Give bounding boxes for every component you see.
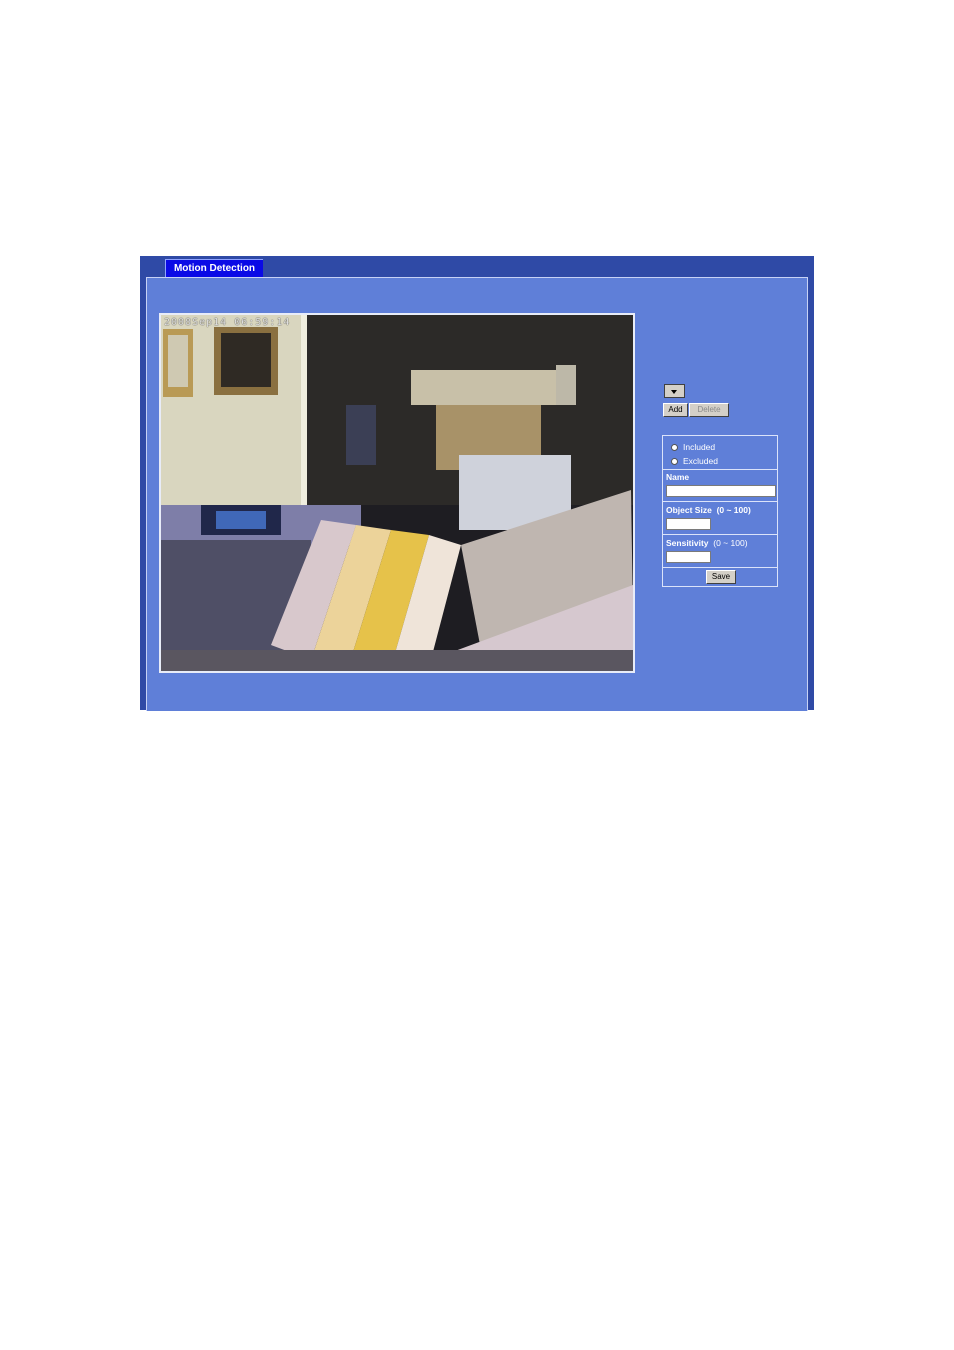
mode-section: Included Excluded bbox=[663, 436, 777, 470]
object-size-label: Object Size (0 ~ 100) bbox=[666, 505, 751, 515]
camera-image bbox=[161, 315, 633, 671]
settings-panel: 2008Sep14 06:59:14 Add Delete Included E… bbox=[146, 277, 808, 711]
delete-button[interactable]: Delete bbox=[689, 403, 729, 417]
window-settings-box: Included Excluded Name Object Size (0 ~ … bbox=[662, 435, 778, 587]
excluded-option[interactable]: Excluded bbox=[671, 456, 718, 466]
name-section: Name bbox=[663, 470, 777, 502]
motion-detection-window: Motion Detection 2008Sep14 06:59:14 Add … bbox=[140, 256, 814, 711]
tab-motion-detection[interactable]: Motion Detection bbox=[165, 259, 263, 277]
window-select[interactable] bbox=[664, 384, 685, 398]
name-label: Name bbox=[666, 472, 690, 482]
object-size-range: (0 ~ 100) bbox=[716, 505, 751, 515]
excluded-radio[interactable] bbox=[671, 458, 678, 465]
camera-video-feed[interactable]: 2008Sep14 06:59:14 bbox=[159, 313, 635, 673]
sensitivity-section: Sensitivity (0 ~ 100) bbox=[663, 535, 777, 568]
name-field[interactable] bbox=[666, 485, 776, 497]
object-size-section: Object Size (0 ~ 100) bbox=[663, 502, 777, 535]
sensitivity-field[interactable] bbox=[666, 551, 711, 563]
included-option[interactable]: Included bbox=[671, 442, 715, 452]
chevron-down-icon bbox=[671, 390, 677, 394]
video-timestamp: 2008Sep14 06:59:14 bbox=[164, 317, 291, 328]
included-label: Included bbox=[683, 442, 716, 452]
sensitivity-range: (0 ~ 100) bbox=[713, 538, 748, 548]
included-radio[interactable] bbox=[671, 444, 678, 451]
excluded-label: Excluded bbox=[683, 456, 718, 466]
add-button[interactable]: Add bbox=[663, 403, 688, 417]
object-size-field[interactable] bbox=[666, 518, 711, 530]
sensitivity-label: Sensitivity (0 ~ 100) bbox=[666, 538, 748, 548]
save-button[interactable]: Save bbox=[706, 570, 736, 584]
